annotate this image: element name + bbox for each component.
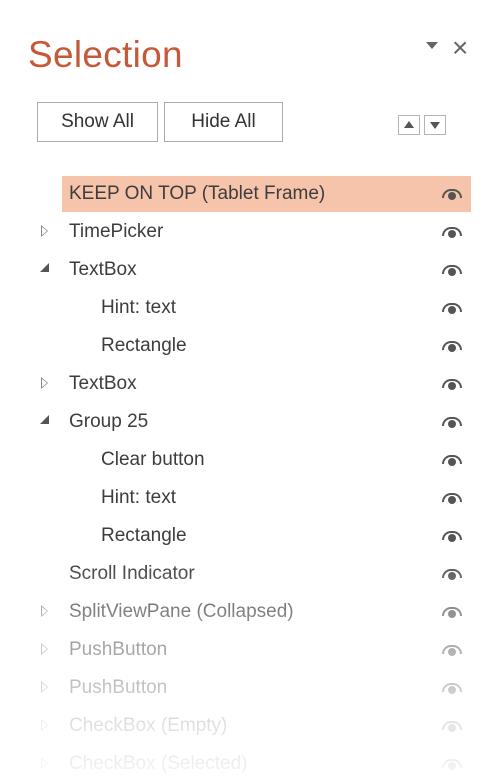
object-list-item[interactable]: Clear button xyxy=(0,440,499,478)
object-label: Group 25 xyxy=(69,411,149,432)
object-label: TextBox xyxy=(69,373,137,394)
hide-all-button[interactable]: Hide All xyxy=(164,102,283,142)
object-list-item[interactable]: TextBox xyxy=(0,250,499,288)
visibility-eye-icon[interactable] xyxy=(440,415,466,429)
object-label: SplitViewPane (Collapsed) xyxy=(69,601,294,622)
object-list-item[interactable]: KEEP ON TOP (Tablet Frame) xyxy=(0,174,499,212)
object-list-item[interactable]: CheckBox (Selected) xyxy=(0,744,499,782)
object-list-item[interactable]: TextBox xyxy=(0,364,499,402)
object-list-item[interactable]: SplitViewPane (Collapsed) xyxy=(0,592,499,630)
visibility-eye-icon[interactable] xyxy=(440,567,466,581)
visibility-eye-icon[interactable] xyxy=(440,453,466,467)
pane-options-dropdown-icon[interactable] xyxy=(426,42,438,49)
collapsed-triangle-icon[interactable] xyxy=(39,642,51,655)
collapsed-triangle-icon[interactable] xyxy=(39,756,51,769)
object-label: Hint: text xyxy=(101,487,176,508)
visibility-eye-icon[interactable] xyxy=(440,225,466,239)
object-label: TextBox xyxy=(69,259,137,280)
object-label: Scroll Indicator xyxy=(69,563,195,584)
visibility-eye-icon[interactable] xyxy=(440,605,466,619)
visibility-eye-icon[interactable] xyxy=(440,681,466,695)
object-list-item[interactable]: Group 25 xyxy=(0,402,499,440)
visibility-eye-icon[interactable] xyxy=(440,377,466,391)
visibility-eye-icon[interactable] xyxy=(440,643,466,657)
object-label: Clear button xyxy=(101,449,205,470)
object-label: TimePicker xyxy=(69,221,164,242)
collapsed-triangle-icon[interactable] xyxy=(39,376,51,389)
visibility-eye-icon[interactable] xyxy=(440,263,466,277)
object-label: Rectangle xyxy=(101,525,187,546)
visibility-eye-icon[interactable] xyxy=(440,187,466,201)
object-label: CheckBox (Selected) xyxy=(69,753,248,774)
object-label: KEEP ON TOP (Tablet Frame) xyxy=(69,183,326,204)
expanded-triangle-icon[interactable] xyxy=(39,414,51,426)
object-list-item[interactable]: TimePicker xyxy=(0,212,499,250)
object-label: PushButton xyxy=(69,639,168,660)
arrow-down-icon xyxy=(430,122,440,129)
arrow-up-icon xyxy=(404,121,414,128)
collapsed-triangle-icon[interactable] xyxy=(39,680,51,693)
expanded-triangle-icon[interactable] xyxy=(39,262,51,274)
visibility-eye-icon[interactable] xyxy=(440,757,466,771)
visibility-eye-icon[interactable] xyxy=(440,491,466,505)
object-list-item[interactable]: Rectangle xyxy=(0,326,499,364)
object-list-item[interactable]: Hint: text xyxy=(0,288,499,326)
visibility-eye-icon[interactable] xyxy=(440,719,466,733)
object-list-item[interactable]: Hint: text xyxy=(0,478,499,516)
close-icon[interactable]: × xyxy=(452,34,468,62)
show-all-button[interactable]: Show All xyxy=(37,102,158,142)
pane-title: Selection xyxy=(28,34,183,75)
object-list-item[interactable]: CheckBox (Empty) xyxy=(0,706,499,744)
visibility-eye-icon[interactable] xyxy=(440,339,466,353)
collapsed-triangle-icon[interactable] xyxy=(39,224,51,237)
bring-forward-button[interactable] xyxy=(398,115,420,135)
visibility-eye-icon[interactable] xyxy=(440,529,466,543)
object-label: Rectangle xyxy=(101,335,187,356)
collapsed-triangle-icon[interactable] xyxy=(39,604,51,617)
object-list-item[interactable]: PushButton xyxy=(0,630,499,668)
object-list: KEEP ON TOP (Tablet Frame) TimePicker Text… xyxy=(0,174,499,782)
object-list-item[interactable]: Rectangle xyxy=(0,516,499,554)
object-label: CheckBox (Empty) xyxy=(69,715,228,736)
object-list-item[interactable]: PushButton xyxy=(0,668,499,706)
object-list-item[interactable]: Scroll Indicator xyxy=(0,554,499,592)
object-label: Hint: text xyxy=(101,297,176,318)
collapsed-triangle-icon[interactable] xyxy=(39,718,51,731)
object-label: PushButton xyxy=(69,677,168,698)
send-backward-button[interactable] xyxy=(424,115,446,135)
visibility-eye-icon[interactable] xyxy=(440,301,466,315)
